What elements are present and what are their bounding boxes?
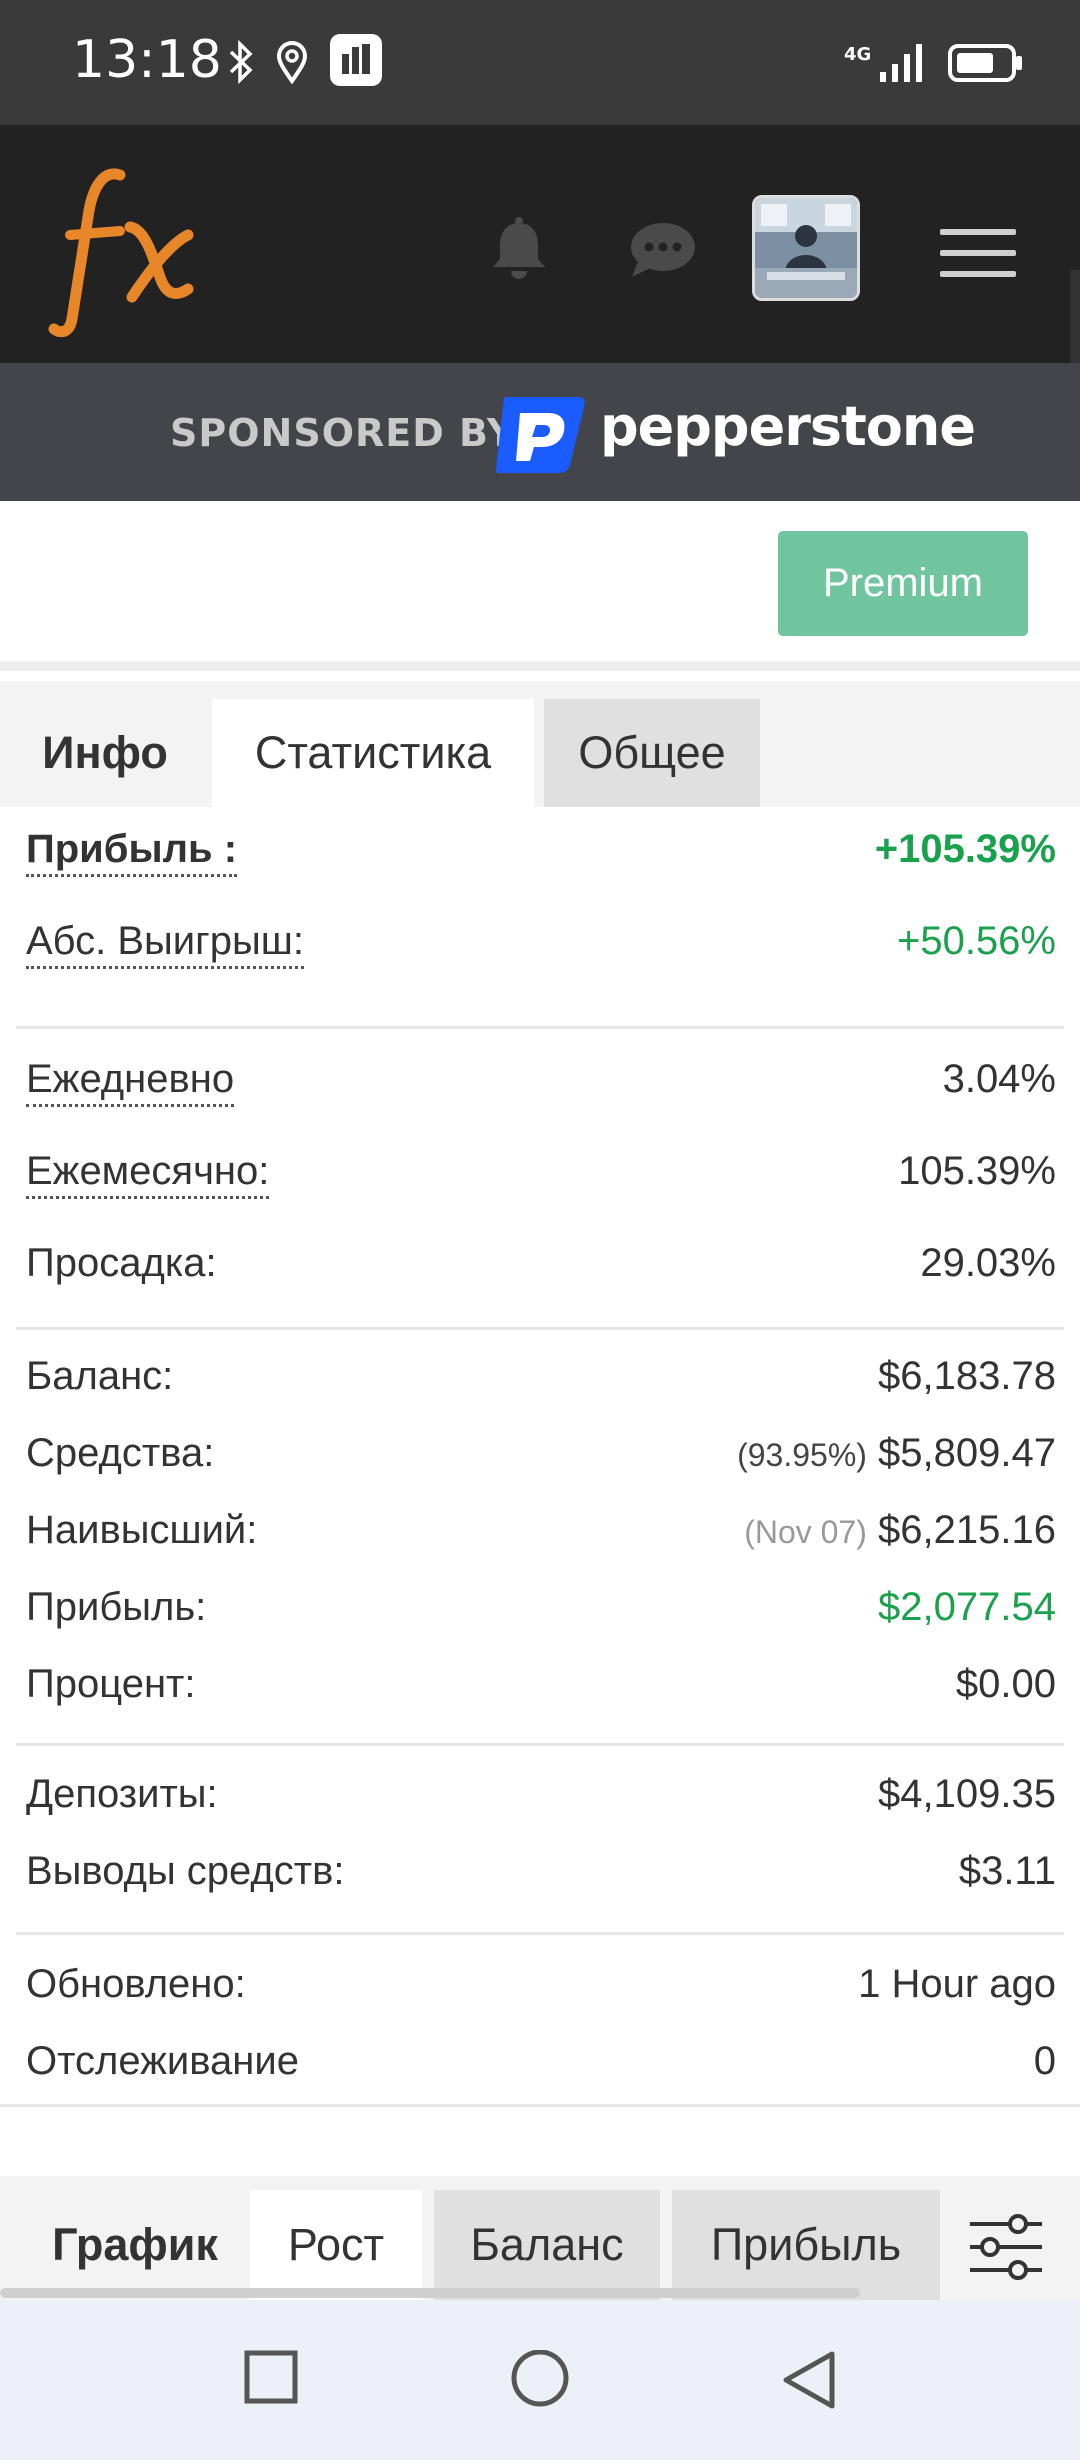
stat-drawdown: Просадка: 29.03% — [16, 1231, 1064, 1301]
tab-statistics[interactable]: Статистика — [212, 699, 534, 807]
stat-value: $0.00 — [955, 1662, 1056, 1706]
stat-value-group: (Nov 07) $6,215.16 — [744, 1508, 1056, 1553]
stat-withdrawals: Выводы средств: $3.11 — [16, 1839, 1064, 1909]
premium-row: Premium — [0, 501, 1080, 671]
stat-deposits: Депозиты: $4,109.35 — [16, 1762, 1064, 1832]
stat-label: Просадка: — [26, 1241, 217, 1285]
divider — [16, 1026, 1064, 1029]
stat-value: 3.04% — [942, 1057, 1056, 1101]
stat-value: $6,183.78 — [878, 1354, 1056, 1398]
status-bar: 13:18 4G — [0, 0, 1080, 125]
stat-updated: Обновлено: 1 Hour ago — [16, 1952, 1064, 2022]
stat-label: Выводы средств: — [26, 1849, 345, 1893]
stat-label[interactable]: Абс. Выигрыш: — [26, 919, 304, 969]
tab-general[interactable]: Общее — [544, 699, 760, 807]
chart-tabs-title: График — [52, 2219, 218, 2270]
stat-note: (Nov 07) — [744, 1514, 867, 1550]
stat-tracking: Отслеживание 0 — [16, 2029, 1064, 2099]
stat-label: Наивысший: — [26, 1508, 258, 1552]
divider — [16, 1932, 1064, 1935]
tab-profit[interactable]: Прибыль — [672, 2190, 940, 2300]
stat-value: 105.39% — [898, 1149, 1056, 1193]
stat-label: Обновлено: — [26, 1962, 246, 2006]
stat-value: +105.39% — [874, 827, 1056, 871]
home-icon[interactable] — [508, 2350, 572, 2414]
avatar-image — [755, 198, 857, 298]
stat-daily: Ежедневно 3.04% — [16, 1047, 1064, 1117]
divider — [0, 2104, 1080, 2107]
stat-label: Отслеживание — [26, 2039, 299, 2083]
stat-interest: Процент: $0.00 — [16, 1652, 1064, 1722]
tab-growth[interactable]: Рост — [250, 2190, 422, 2300]
stat-value: $6,215.16 — [878, 1508, 1056, 1552]
stat-label: Процент: — [26, 1662, 196, 1706]
stat-value: 0 — [1033, 2039, 1056, 2083]
app-icon — [330, 34, 382, 86]
system-tabs: Инфо Статистика Общее — [0, 681, 1080, 807]
horizontal-scrollbar[interactable] — [0, 2288, 860, 2298]
tab-info[interactable]: Инфо — [20, 699, 190, 807]
stat-value: $3.11 — [958, 1849, 1056, 1893]
premium-button[interactable]: Premium — [778, 531, 1028, 636]
stat-note: (93.95%) — [737, 1437, 867, 1473]
menu-icon[interactable] — [940, 227, 1016, 279]
stat-monthly: Ежемесячно: 105.39% — [16, 1139, 1064, 1209]
stat-label[interactable]: Ежемесячно: — [26, 1149, 270, 1199]
stat-value: 29.03% — [920, 1241, 1056, 1285]
battery-icon — [948, 44, 1022, 82]
status-time: 13:18 — [72, 30, 222, 90]
stat-label: Прибыль: — [26, 1585, 207, 1629]
stat-balance: Баланс: $6,183.78 — [16, 1344, 1064, 1414]
bluetooth-icon — [229, 40, 253, 84]
divider — [16, 1327, 1064, 1330]
stat-gain: Прибыль : +105.39% — [16, 817, 1064, 887]
stat-value: $4,109.35 — [878, 1772, 1056, 1816]
stat-value-group: (93.95%) $5,809.47 — [737, 1431, 1056, 1476]
stat-value: +50.56% — [896, 919, 1056, 963]
stat-label: Средства: — [26, 1431, 215, 1475]
signal-icon — [880, 44, 922, 82]
stat-value: $5,809.47 — [878, 1431, 1056, 1475]
sponsored-by-label: SPONSORED BY — [170, 411, 516, 455]
stat-highest: Наивысший: (Nov 07) $6,215.16 — [16, 1498, 1064, 1568]
filter-settings-icon[interactable] — [968, 2214, 1042, 2280]
divider — [16, 1743, 1064, 1746]
stat-value: $2,077.54 — [878, 1585, 1056, 1629]
stat-abs-gain: Абс. Выигрыш: +50.56% — [16, 909, 1064, 979]
site-header: fx — [0, 125, 1080, 363]
stat-profit: Прибыль: $2,077.54 — [16, 1575, 1064, 1645]
location-icon — [276, 41, 308, 84]
avatar[interactable] — [752, 195, 860, 301]
chart-tabs: График Рост Баланс Прибыль — [0, 2176, 1080, 2300]
android-nav-bar — [0, 2300, 1080, 2460]
stat-equity: Средства: (93.95%) $5,809.47 — [16, 1421, 1064, 1491]
bell-icon[interactable] — [490, 217, 548, 281]
tab-balance[interactable]: Баланс — [434, 2190, 660, 2300]
stat-label[interactable]: Прибыль : — [26, 827, 238, 877]
pepperstone-logo-icon — [496, 397, 585, 473]
network-label: 4G — [844, 44, 872, 65]
stat-value: 1 Hour ago — [858, 1962, 1056, 2006]
pepperstone-brand: pepperstone — [600, 395, 976, 458]
stat-label: Баланс: — [26, 1354, 174, 1398]
sponsor-banner[interactable]: SPONSORED BY pepperstone — [0, 363, 1080, 501]
back-icon[interactable] — [780, 2350, 838, 2414]
recent-apps-icon[interactable] — [244, 2350, 298, 2406]
stat-label: Депозиты: — [26, 1772, 218, 1816]
fx-logo[interactable]: fx — [48, 157, 208, 337]
chat-icon[interactable] — [630, 221, 696, 279]
stat-label[interactable]: Ежедневно — [26, 1057, 235, 1107]
